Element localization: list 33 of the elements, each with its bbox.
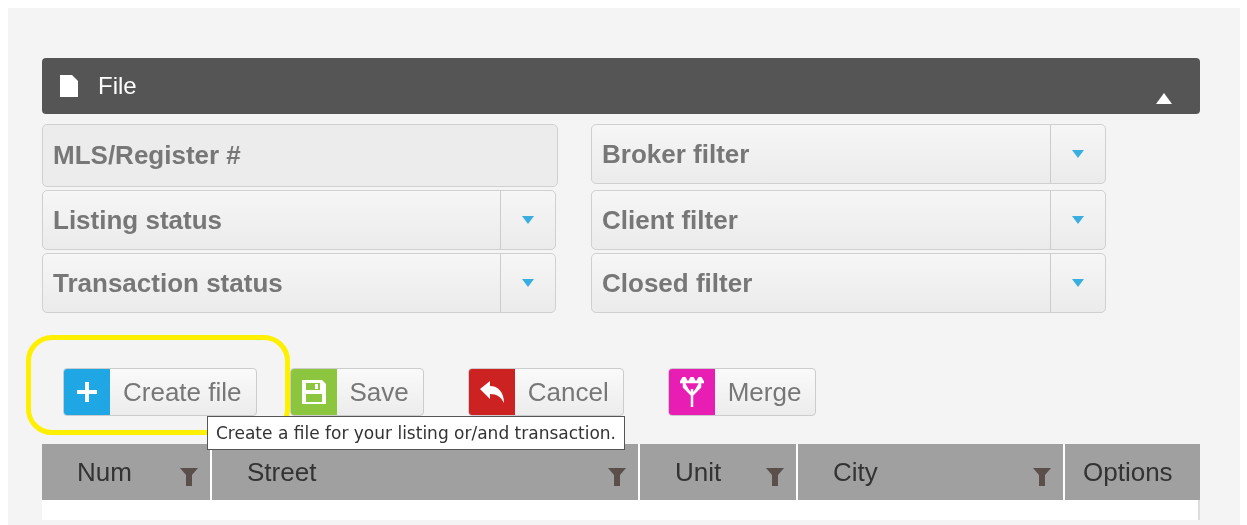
merge-icon — [679, 377, 704, 407]
filter-dropdown[interactable]: Broker filter — [591, 124, 1106, 184]
collapse-icon[interactable] — [1156, 93, 1172, 104]
document-icon — [60, 75, 78, 97]
column-header[interactable]: Unit — [640, 444, 796, 500]
filter-icon[interactable] — [608, 468, 626, 486]
save-icon — [301, 380, 326, 404]
toolbar-button[interactable]: Create file — [63, 368, 257, 416]
column-header[interactable]: Options — [1065, 444, 1200, 500]
filter-icon[interactable] — [180, 468, 198, 486]
tooltip: Create a file for your listing or/and transaction. — [207, 416, 625, 450]
dropdown-arrow-icon — [522, 279, 534, 287]
dropdown-arrow-icon — [1072, 150, 1084, 158]
toolbar-button[interactable]: Save — [289, 368, 424, 416]
dropdown-arrow-icon — [522, 216, 534, 224]
filter-dropdown[interactable]: Transaction status — [42, 253, 556, 313]
input-field[interactable]: MLS/Register # — [42, 124, 558, 187]
filter-dropdown[interactable]: Closed filter — [591, 253, 1106, 313]
panel-header[interactable]: File — [42, 58, 1200, 114]
filter-dropdown[interactable]: Client filter — [591, 190, 1106, 250]
column-header[interactable]: Street — [212, 444, 638, 500]
toolbar-button[interactable]: Cancel — [467, 368, 624, 416]
column-header[interactable]: City — [798, 444, 1063, 500]
undo-icon — [479, 381, 504, 403]
filter-icon[interactable] — [1033, 468, 1051, 486]
plus-icon — [77, 382, 97, 402]
dropdown-arrow-icon — [1072, 279, 1084, 287]
filter-icon[interactable] — [766, 468, 784, 486]
dropdown-arrow-icon — [1072, 216, 1084, 224]
panel-title: File — [98, 72, 138, 100]
column-header[interactable]: Num — [42, 444, 210, 500]
filter-dropdown[interactable]: Listing status — [42, 190, 556, 250]
toolbar-button[interactable]: Merge — [667, 368, 817, 416]
